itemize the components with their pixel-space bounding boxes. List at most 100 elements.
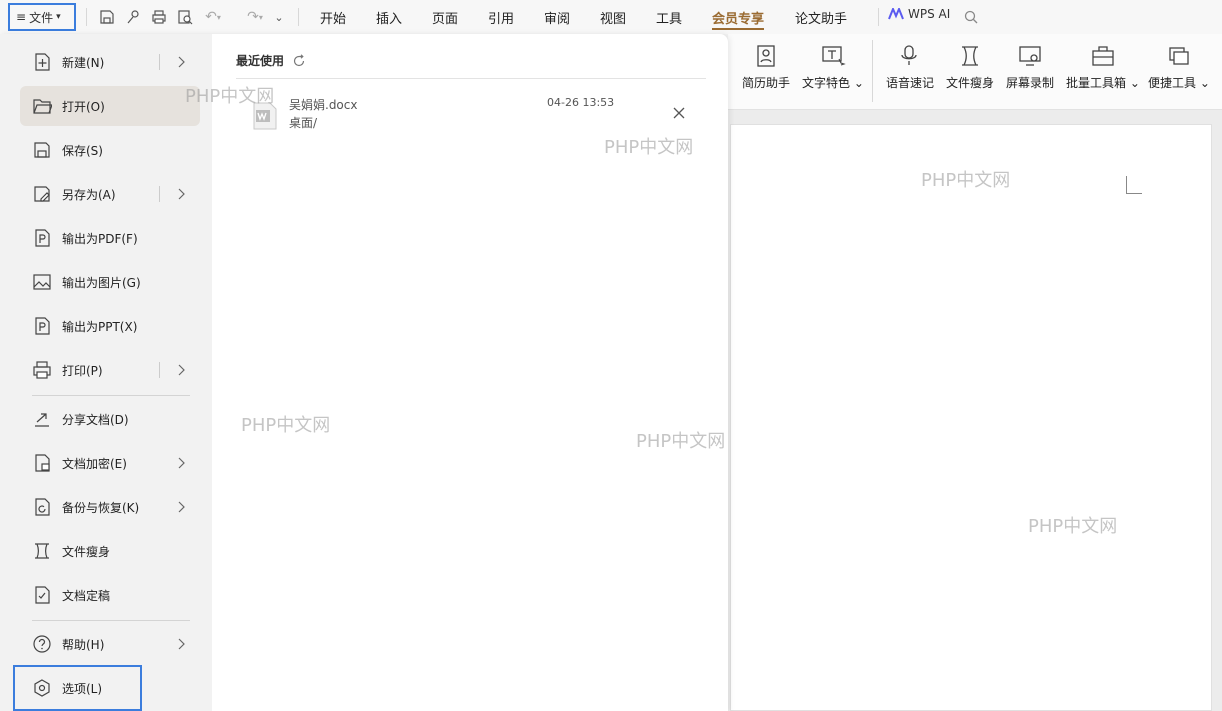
watermark: PHP中文网 xyxy=(185,86,275,107)
menu-item-share[interactable]: 分享文档(D) xyxy=(20,399,200,439)
toolbox-icon xyxy=(1092,46,1114,66)
tab-review[interactable]: 审阅 xyxy=(544,8,570,27)
share-icon xyxy=(35,413,49,427)
menu-item-label: 另存为(A) xyxy=(62,187,116,202)
document-page[interactable] xyxy=(730,124,1212,711)
menu-item-label: 帮助(H) xyxy=(62,637,105,652)
menu-item-open[interactable]: 打开(O) xyxy=(20,86,200,126)
recent-file-row[interactable]: 吴娟娟.docx 桌面/ 04-26 13:53 xyxy=(248,92,708,136)
format-painter-icon[interactable] xyxy=(122,6,144,28)
menu-item-help[interactable]: 帮助(H) xyxy=(20,624,200,664)
microphone-icon xyxy=(901,45,917,65)
menu-item-encrypt[interactable]: 文档加密(E) xyxy=(20,443,200,483)
title-toolbar: ≡ 文件 ▾ ↶ ▾ ↷ ▾ ⌄ 开始 插入 页面 引用 审阅 视图 工具 会员专享… xyxy=(0,0,1222,34)
screen-record-button[interactable]: 屏幕录制 xyxy=(1006,44,1054,91)
export-image-icon xyxy=(33,274,51,290)
search-icon[interactable] xyxy=(960,6,982,28)
print-icon xyxy=(33,361,51,379)
menu-item-label: 文件瘦身 xyxy=(62,544,111,559)
hamburger-icon: ≡ xyxy=(16,10,27,24)
finalize-icon xyxy=(35,586,50,604)
ribbon: 简历助手 文字特色 ⌄ 语音速记 文件瘦身 屏幕录制 批量工具箱 ⌄ 便捷工具 … xyxy=(728,34,1222,110)
chevron-right-icon[interactable] xyxy=(176,186,186,202)
tab-membership[interactable]: 会员专享 xyxy=(712,8,765,30)
divider xyxy=(872,40,873,102)
options-highlight xyxy=(13,665,142,711)
file-slim-label: 文件瘦身 xyxy=(946,76,995,90)
menu-item-file-slim[interactable]: 文件瘦身 xyxy=(20,531,200,571)
menu-item-export-image[interactable]: 输出为图片(G) xyxy=(20,262,200,302)
print-icon[interactable] xyxy=(148,6,170,28)
menu-item-save[interactable]: 保存(S) xyxy=(20,130,200,170)
menu-item-label: 输出为PDF(F) xyxy=(62,231,138,246)
menu-item-label: 保存(S) xyxy=(62,143,103,158)
file-slim-button[interactable]: 文件瘦身 xyxy=(946,44,994,91)
close-icon[interactable] xyxy=(670,104,688,122)
lock-icon xyxy=(35,454,50,472)
chevron-right-icon[interactable] xyxy=(176,499,186,515)
recent-file-time: 04-26 13:53 xyxy=(547,96,615,109)
refresh-icon[interactable] xyxy=(292,53,306,68)
wps-ai-label: WPS AI xyxy=(908,7,951,21)
undo-icon[interactable]: ↶ ▾ xyxy=(202,6,224,28)
recent-file-path: 桌面/ xyxy=(289,116,318,130)
wps-ai-icon xyxy=(888,8,904,20)
tab-tools[interactable]: 工具 xyxy=(656,8,682,27)
slim-icon xyxy=(962,46,978,66)
redo-icon[interactable]: ↷ ▾ xyxy=(244,6,266,28)
menu-item-save-as[interactable]: 另存为(A) xyxy=(20,174,200,214)
menu-item-export-ppt[interactable]: 输出为PPT(X) xyxy=(20,306,200,346)
save-icon xyxy=(34,142,50,158)
chevron-right-icon[interactable] xyxy=(176,54,186,70)
menu-item-label: 文档加密(E) xyxy=(62,456,127,471)
menu-item-export-pdf[interactable]: 输出为PDF(F) xyxy=(20,218,200,258)
menu-item-finalize[interactable]: 文档定稿 xyxy=(20,575,200,615)
tab-paper-assistant[interactable]: 论文助手 xyxy=(795,8,847,27)
divider xyxy=(32,395,190,396)
file-menu-button[interactable]: ≡ 文件 ▾ xyxy=(8,3,76,31)
tab-page[interactable]: 页面 xyxy=(432,8,458,27)
tab-references[interactable]: 引用 xyxy=(488,8,514,27)
batch-toolbox-label: 批量工具箱 ⌄ xyxy=(1066,76,1140,90)
tab-home[interactable]: 开始 xyxy=(320,8,346,27)
menu-item-label: 输出为PPT(X) xyxy=(62,319,138,334)
export-pdf-icon xyxy=(35,229,50,247)
recent-title: 最近使用 xyxy=(236,54,285,68)
help-icon xyxy=(33,635,51,653)
watermark: PHP中文网 xyxy=(241,415,331,436)
resume-icon xyxy=(757,45,775,67)
menu-item-print[interactable]: 打印(P) xyxy=(20,350,200,390)
menu-item-label: 输出为图片(G) xyxy=(62,275,141,290)
file-menu: 新建(N) 打开(O) 保存(S) 另存为(A) 输出为PDF(F) 输出为图片… xyxy=(0,34,212,711)
tab-insert[interactable]: 插入 xyxy=(376,8,402,27)
resume-assistant-label: 简历助手 xyxy=(742,76,791,90)
chevron-down-icon[interactable]: ⌄ xyxy=(268,6,290,28)
print-preview-icon[interactable] xyxy=(174,6,196,28)
chevron-right-icon[interactable] xyxy=(176,636,186,652)
screen-record-label: 屏幕录制 xyxy=(1006,76,1055,90)
chevron-right-icon[interactable] xyxy=(176,455,186,471)
chevron-right-icon[interactable] xyxy=(176,362,186,378)
quick-tools-icon xyxy=(1169,47,1189,65)
tab-view[interactable]: 视图 xyxy=(600,8,626,27)
divider xyxy=(298,8,299,26)
save-as-icon xyxy=(34,186,50,202)
save-icon[interactable] xyxy=(96,6,118,28)
watermark: PHP中文网 xyxy=(1028,516,1118,537)
new-icon xyxy=(35,53,50,71)
voice-note-button[interactable]: 语音速记 xyxy=(886,44,934,91)
resume-assistant-button[interactable]: 简历助手 xyxy=(742,44,790,91)
voice-note-label: 语音速记 xyxy=(886,76,935,90)
menu-item-new[interactable]: 新建(N) xyxy=(20,42,200,82)
batch-toolbox-button[interactable]: 批量工具箱 ⌄ xyxy=(1066,44,1140,91)
quick-tools-button[interactable]: 便捷工具 ⌄ xyxy=(1148,44,1210,91)
divider xyxy=(32,620,190,621)
recent-file-name: 吴娟娟.docx xyxy=(289,98,358,112)
menu-item-backup[interactable]: 备份与恢复(K) xyxy=(20,487,200,527)
text-feature-button[interactable]: 文字特色 ⌄ xyxy=(802,44,864,91)
watermark: PHP中文网 xyxy=(921,170,1011,191)
watermark: PHP中文网 xyxy=(604,137,694,158)
menu-item-label: 新建(N) xyxy=(62,55,105,70)
divider xyxy=(159,54,160,70)
wps-ai-button[interactable]: WPS AI xyxy=(888,7,950,21)
